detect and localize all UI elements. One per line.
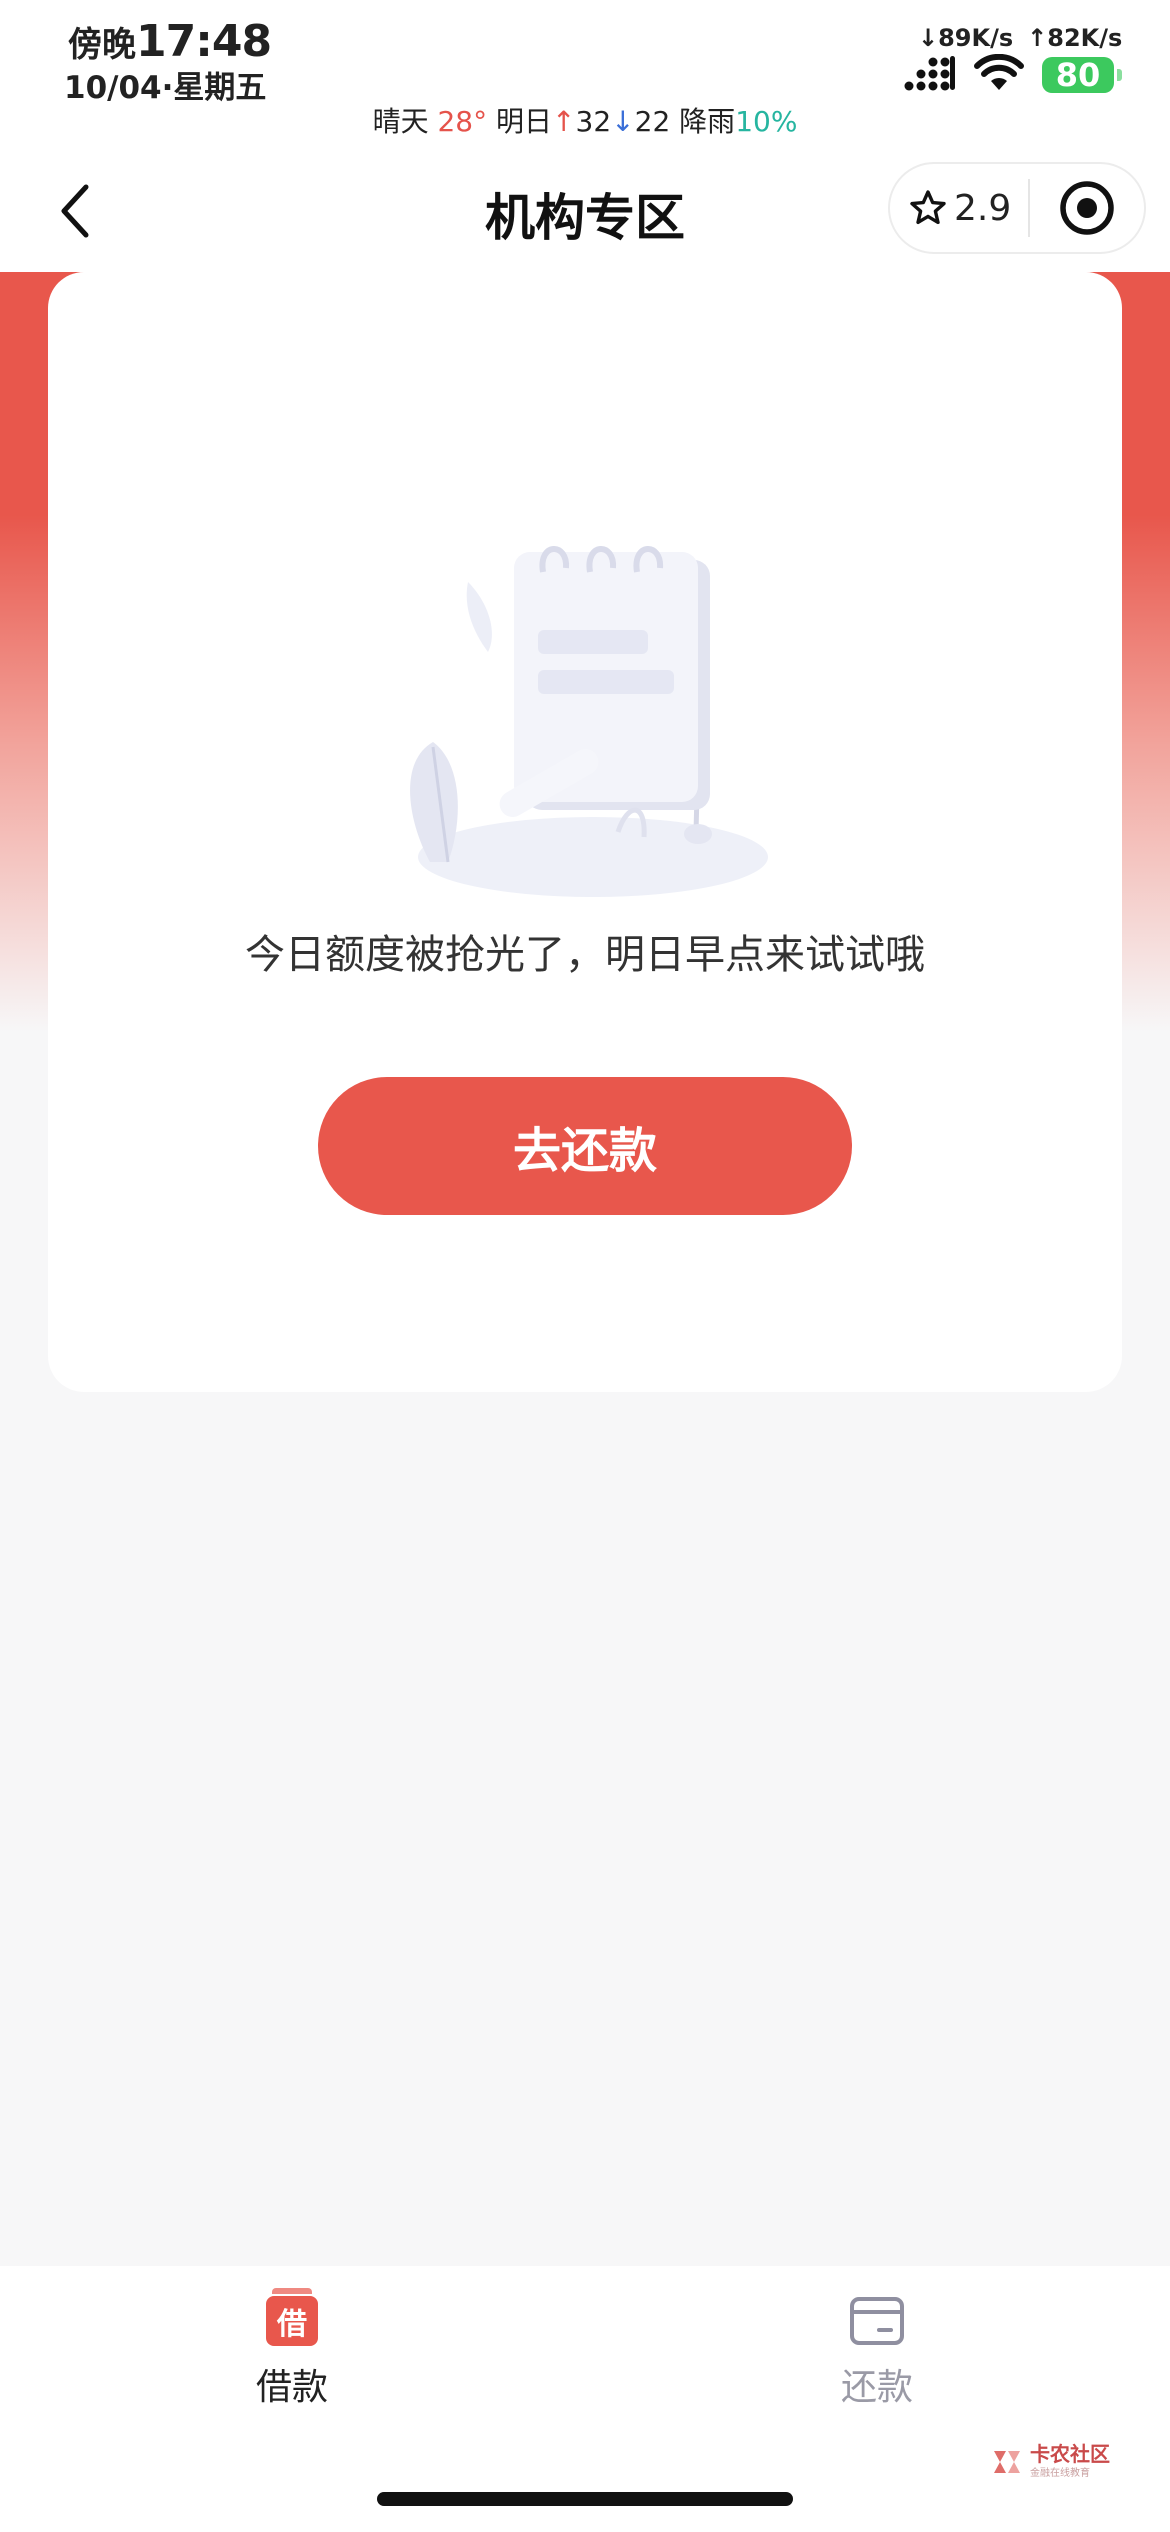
- status-icons: 80: [904, 53, 1122, 96]
- empty-message: 今日额度被抢光了，明日早点来试试哦: [245, 932, 925, 978]
- weather-line: 晴天 28° 明日↑32↓22 降雨10%: [0, 100, 1170, 140]
- status-time-row: 傍晚 17:48: [68, 16, 272, 67]
- borrow-icon: 借: [266, 2288, 318, 2346]
- tab-bar: 借 借款 还款 卡农社区 金融在线教育: [0, 2266, 1170, 2532]
- watermark: 卡农社区 金融在线教育: [990, 2444, 1110, 2479]
- watermark-name: 卡农社区: [1030, 2442, 1110, 2466]
- card-icon: [850, 2297, 904, 2345]
- empty-notepad-illustration: [378, 502, 792, 902]
- high-arrow-icon: ↑: [552, 105, 576, 138]
- low-arrow-icon: ↓: [611, 105, 635, 138]
- weather-low: 22: [634, 105, 671, 138]
- close-miniprogram-button[interactable]: [1030, 164, 1144, 252]
- star-icon: [910, 190, 946, 225]
- weather-tomorrow-label: 明日: [496, 105, 553, 138]
- upload-speed: ↑82K/s: [1027, 24, 1123, 52]
- tab-repay[interactable]: 还款: [757, 2296, 997, 2410]
- network-speeds: ↓89K/s ↑82K/s: [918, 24, 1122, 52]
- content-card: 今日额度被抢光了，明日早点来试试哦 去还款: [48, 272, 1122, 1392]
- weather-rain-chance: 10%: [735, 105, 798, 138]
- rating-value: 2.9: [954, 187, 1012, 229]
- weather-condition: 晴天: [372, 105, 429, 138]
- mini-program-capsule: 2.9: [888, 162, 1146, 254]
- status-period: 傍晚: [68, 25, 136, 65]
- home-indicator[interactable]: [377, 2492, 793, 2506]
- signal-icon: [904, 54, 956, 96]
- weather-high: 32: [575, 105, 612, 138]
- kanong-logo-icon: [994, 2450, 1020, 2473]
- tab-borrow[interactable]: 借 借款: [172, 2288, 412, 2410]
- target-icon: [1060, 181, 1114, 235]
- weather-rain-label: 降雨: [679, 105, 736, 138]
- watermark-subtitle: 金融在线教育: [1030, 2468, 1090, 2479]
- tab-repay-label: 还款: [840, 2367, 913, 2408]
- navigation-bar: 机构专区 2.9: [0, 150, 1170, 272]
- go-repay-button[interactable]: 去还款: [318, 1077, 852, 1215]
- rating-button[interactable]: 2.9: [890, 188, 1028, 229]
- status-bar: 傍晚 17:48 10/04·星期五 ↓89K/s ↑82K/s 80 晴天 2…: [0, 0, 1170, 150]
- download-speed: ↓89K/s: [918, 24, 1014, 52]
- weather-temperature: 28°: [437, 105, 488, 138]
- battery-indicator: 80: [1042, 56, 1122, 94]
- status-time: 17:48: [136, 16, 272, 67]
- wifi-icon: [974, 53, 1024, 96]
- tab-borrow-label: 借款: [255, 2367, 328, 2408]
